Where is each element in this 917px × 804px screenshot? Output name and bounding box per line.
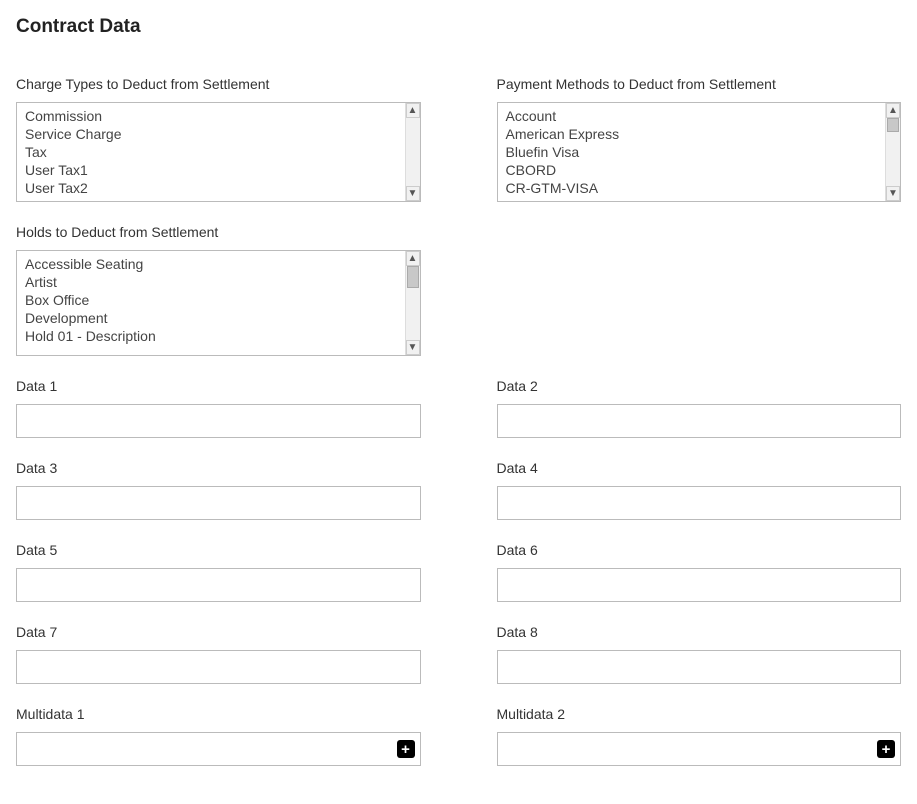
list-item[interactable]: User Tax1	[25, 161, 397, 179]
list-item[interactable]: Artist	[25, 273, 397, 291]
data2-label: Data 2	[497, 378, 902, 394]
scroll-up-icon[interactable]: ▲	[886, 103, 900, 118]
list-item[interactable]: Development	[25, 309, 397, 327]
data5-label: Data 5	[16, 542, 421, 558]
data7-input[interactable]	[16, 650, 421, 684]
scroll-thumb[interactable]	[887, 118, 899, 132]
data3-input[interactable]	[16, 486, 421, 520]
charge-types-listbox[interactable]: Commission Service Charge Tax User Tax1 …	[16, 102, 421, 202]
data3-label: Data 3	[16, 460, 421, 476]
multidata1-input[interactable]	[16, 732, 421, 766]
data8-input[interactable]	[497, 650, 902, 684]
scroll-down-icon[interactable]: ▼	[406, 186, 420, 201]
multidata2-label: Multidata 2	[497, 706, 902, 722]
scrollbar[interactable]: ▲ ▼	[885, 103, 900, 201]
data2-input[interactable]	[497, 404, 902, 438]
data1-label: Data 1	[16, 378, 421, 394]
list-item[interactable]: Service Charge	[25, 125, 397, 143]
list-item[interactable]: American Express	[506, 125, 878, 143]
list-item[interactable]: CBORD	[506, 161, 878, 179]
list-item[interactable]: Account	[506, 107, 878, 125]
data4-label: Data 4	[497, 460, 902, 476]
plus-icon[interactable]: +	[397, 740, 415, 758]
list-item[interactable]: Commission	[25, 107, 397, 125]
list-item[interactable]: Tax	[25, 143, 397, 161]
holds-label: Holds to Deduct from Settlement	[16, 224, 421, 240]
data6-input[interactable]	[497, 568, 902, 602]
list-item[interactable]: User Tax2	[25, 179, 397, 197]
payment-methods-label: Payment Methods to Deduct from Settlemen…	[497, 76, 902, 92]
multidata2-input[interactable]	[497, 732, 902, 766]
plus-icon[interactable]: +	[877, 740, 895, 758]
scroll-up-icon[interactable]: ▲	[406, 103, 420, 118]
data8-label: Data 8	[497, 624, 902, 640]
page-title: Contract Data	[16, 16, 901, 38]
list-item[interactable]: Hold 01 - Description	[25, 327, 397, 345]
data6-label: Data 6	[497, 542, 902, 558]
list-item[interactable]: CR-GTM-VISA	[506, 179, 878, 197]
data1-input[interactable]	[16, 404, 421, 438]
holds-listbox[interactable]: Accessible Seating Artist Box Office Dev…	[16, 250, 421, 356]
list-item[interactable]: Box Office	[25, 291, 397, 309]
scroll-up-icon[interactable]: ▲	[406, 251, 420, 266]
data4-input[interactable]	[497, 486, 902, 520]
scrollbar[interactable]: ▲ ▼	[405, 251, 420, 355]
scroll-down-icon[interactable]: ▼	[886, 186, 900, 201]
scroll-thumb[interactable]	[407, 266, 419, 288]
charge-types-label: Charge Types to Deduct from Settlement	[16, 76, 421, 92]
list-item[interactable]: Bluefin Visa	[506, 143, 878, 161]
list-item[interactable]: Accessible Seating	[25, 255, 397, 273]
payment-methods-listbox[interactable]: Account American Express Bluefin Visa CB…	[497, 102, 902, 202]
data7-label: Data 7	[16, 624, 421, 640]
scroll-down-icon[interactable]: ▼	[406, 340, 420, 355]
multidata1-label: Multidata 1	[16, 706, 421, 722]
scrollbar[interactable]: ▲ ▼	[405, 103, 420, 201]
data5-input[interactable]	[16, 568, 421, 602]
